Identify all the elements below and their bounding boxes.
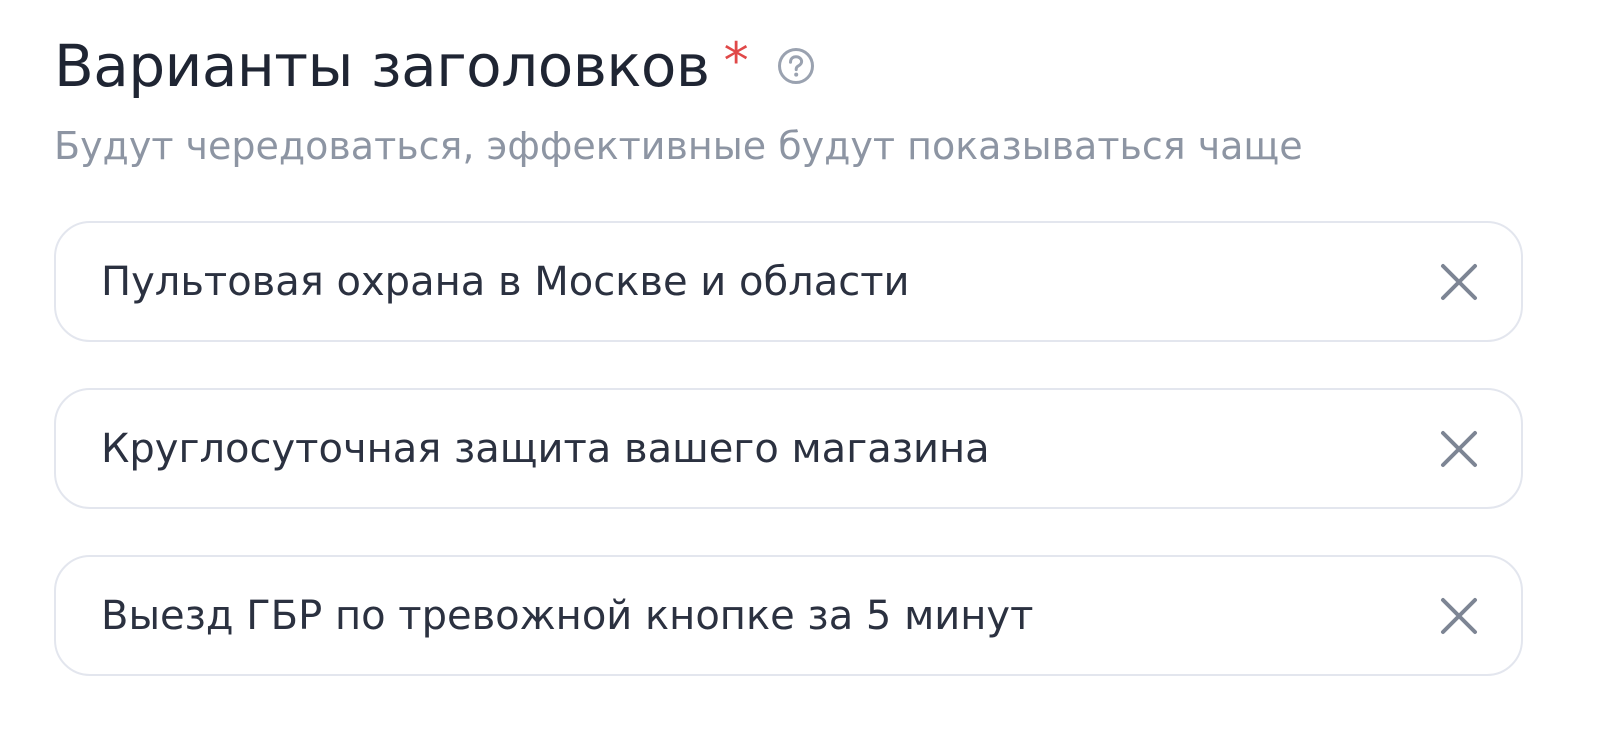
clear-button[interactable] (1433, 590, 1485, 642)
headline-input-1[interactable]: Пультовая охрана в Москве и области (54, 221, 1523, 342)
help-icon[interactable] (777, 47, 815, 85)
headline-input-2[interactable]: Круглосуточная защита вашего магазина (54, 388, 1523, 509)
question-circle-icon (777, 48, 814, 84)
section-title: Варианты заголовков (54, 32, 710, 100)
clear-button[interactable] (1433, 423, 1485, 475)
required-mark: * (723, 32, 749, 90)
headline-input-3[interactable]: Выезд ГБР по тревожной кнопке за 5 минут (54, 555, 1523, 676)
clear-button[interactable] (1433, 256, 1485, 308)
section-subtitle: Будут чередоваться, эффективные будут по… (54, 124, 1303, 168)
headline-input-value[interactable]: Выезд ГБР по тревожной кнопке за 5 минут (101, 593, 1433, 639)
headline-fields: Пультовая охрана в Москве и области Круг… (54, 221, 1523, 722)
headline-input-value[interactable]: Пультовая охрана в Москве и области (101, 259, 1433, 305)
close-icon (1441, 597, 1477, 634)
section-header: Варианты заголовков * (54, 30, 815, 102)
close-icon (1441, 263, 1477, 300)
close-icon (1441, 430, 1477, 467)
headline-input-value[interactable]: Круглосуточная защита вашего магазина (101, 426, 1433, 472)
